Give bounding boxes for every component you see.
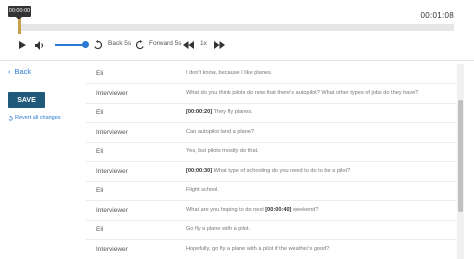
audio-player: 00:00:00 00:01:08 Back 5s Forward 5s 1x [0,0,474,62]
timestamp[interactable]: [00:00:20] [186,109,212,115]
divider [0,60,474,61]
speaker-name[interactable]: Interviewer [96,168,128,175]
total-time: 00:01:08 [420,11,454,20]
current-time-tooltip: 00:00:00 [8,6,31,20]
seek-handle[interactable] [18,19,21,34]
transcript-text[interactable]: What are you hoping to do next [00:00:40… [186,207,318,213]
transcript-table: Eli I don't know, because I like planes. I… [86,64,456,259]
speaker-name[interactable]: Interviewer [96,246,128,253]
transcript-text[interactable]: [00:00:20] They fly planes. [186,109,253,115]
transcript-row[interactable]: Interviewer Hopefully, go fly a plane wit… [86,240,456,259]
speaker-name[interactable]: Interviewer [96,90,128,97]
transcript-row[interactable]: Interviewer [00:00:30] What type of schoo… [86,162,456,182]
seek-bar[interactable] [20,24,454,31]
play-icon[interactable] [19,38,28,52]
volume-slider-handle[interactable] [82,41,89,48]
timestamp[interactable]: [00:00:40] [265,207,291,213]
revert-all-changes-link[interactable]: Revert all changes [8,115,61,121]
volume-icon[interactable] [35,38,47,52]
transcript-row[interactable]: Eli Yes, but pilots mostly do that. [86,142,456,162]
revert-label: Revert all changes [15,115,61,121]
transcript-text[interactable]: Can autopilot land a plane? [186,129,254,135]
transcript-row[interactable]: Eli [00:00:20] They fly planes. [86,103,456,123]
transcript-row[interactable]: Eli I don't know, because I like planes. [86,64,456,84]
speaker-name[interactable]: Eli [96,226,103,233]
transcript-scrollbar[interactable] [457,64,464,259]
transcript-row[interactable]: Interviewer What do you think pilots do n… [86,84,456,104]
back-link-label: Back [14,67,32,76]
transcript-text[interactable]: What do you think pilots do now that the… [186,90,418,96]
speaker-name[interactable]: Eli [96,148,103,155]
rewind-5s-icon[interactable] [93,38,104,52]
speaker-name[interactable]: Eli [96,109,103,116]
speaker-name[interactable]: Interviewer [96,207,128,214]
chevron-left-icon: ‹ [8,67,11,76]
transcript-row[interactable]: Eli Go fly a plane with a pilot. [86,220,456,240]
speaker-name[interactable]: Eli [96,70,103,77]
back-link[interactable]: ‹ Back [8,67,31,76]
speaker-name[interactable]: Eli [96,187,103,194]
volume-slider[interactable] [55,44,85,46]
slower-speed-icon[interactable] [183,38,195,52]
transcript-row[interactable]: Interviewer What are you hoping to do nex… [86,201,456,221]
transcript-text[interactable]: Flight school. [186,187,219,193]
transcript-row[interactable]: Interviewer Can autopilot land a plane? [86,123,456,143]
transcript-text[interactable]: I don't know, because I like planes. [186,70,272,76]
speaker-name[interactable]: Interviewer [96,129,128,136]
forward-5s-icon[interactable] [135,38,146,52]
forward-5s-button[interactable]: Forward 5s [149,40,182,47]
transcript-row[interactable]: Eli Flight school. [86,181,456,201]
transcript-text[interactable]: Hopefully, go fly a plane with a pilot i… [186,246,329,252]
playback-speed: 1x [200,40,207,47]
undo-icon [8,115,13,121]
timestamp[interactable]: [00:00:30] [186,168,212,174]
back-5s-button[interactable]: Back 5s [108,40,131,47]
player-controls: Back 5s Forward 5s 1x [0,38,474,52]
transcript-text[interactable]: Go fly a plane with a pilot. [186,226,250,232]
scrollbar-thumb[interactable] [458,100,463,212]
transcript-text[interactable]: [00:00:30] What type of schooling do you… [186,168,350,174]
transcript-text[interactable]: Yes, but pilots mostly do that. [186,148,259,154]
faster-speed-icon[interactable] [214,38,226,52]
save-button[interactable]: SAVE [8,92,45,108]
